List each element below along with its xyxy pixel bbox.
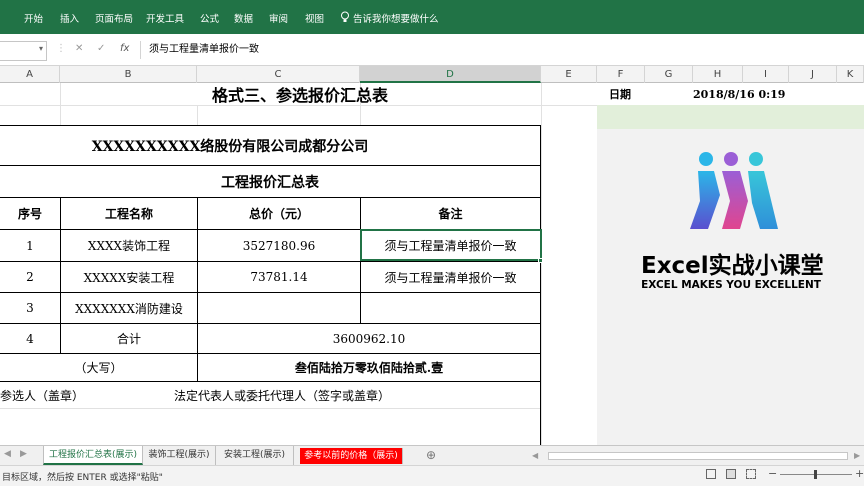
tab-home[interactable]: 开始 [24, 11, 43, 25]
gridline [541, 83, 542, 445]
column-header-b[interactable]: B [60, 66, 197, 83]
gridline [541, 105, 597, 106]
row1-price[interactable]: 3527180.96 [198, 230, 360, 261]
company-name: XXXXXXXXXX络股份有限公司成都分公司 [91, 138, 369, 155]
sign-bidder[interactable]: 参选人（盖章） [0, 382, 100, 408]
scroll-left-icon[interactable]: ◀ [4, 449, 11, 459]
row3-note[interactable] [361, 293, 540, 323]
total-value[interactable]: 3600962.10 [198, 324, 540, 353]
lightbulb-icon [340, 11, 350, 26]
column-header-e[interactable]: E [541, 66, 597, 83]
row3-price[interactable] [198, 293, 360, 323]
tab-formulas[interactable]: 公式 [200, 11, 219, 25]
row2-note[interactable]: 须与工程量清单报价一致 [361, 262, 540, 292]
gridline [60, 105, 61, 125]
row1-no[interactable]: 1 [0, 230, 60, 261]
column-header-k[interactable]: K [837, 66, 864, 83]
gridline [360, 105, 361, 125]
zoom-out-icon[interactable]: − [768, 467, 777, 480]
table-subtitle: 工程报价汇总表 [221, 174, 319, 191]
column-header-i[interactable]: I [743, 66, 789, 83]
row1-note[interactable]: 须与工程量清单报价一致 [361, 230, 540, 261]
column-header-j[interactable]: J [789, 66, 837, 83]
column-header-f[interactable]: F [597, 66, 645, 83]
gridline [197, 105, 198, 125]
tab-view[interactable]: 视图 [305, 11, 324, 25]
sign-representative[interactable]: 法定代表人或委托代理人（签字或盖章） [160, 382, 420, 408]
horizontal-scrollbar[interactable] [548, 452, 848, 460]
sheet-tab-bar: ◀ ▶ 工程报价汇总表(展示) 装饰工程(展示) 安装工程(展示) 参考以前的价… [0, 445, 864, 465]
column-header-a[interactable]: A [0, 66, 60, 83]
date-value: 2018/8/16 0:19 [693, 87, 786, 101]
header-note: 备注 [438, 207, 463, 221]
column-header-g[interactable]: G [645, 66, 693, 83]
row2-no[interactable]: 2 [0, 262, 60, 292]
daxie-label[interactable]: （大写） [0, 354, 197, 381]
brand-slogan: EXCEL MAKES YOU EXCELLENT [641, 279, 821, 291]
sheet-tab-reference[interactable]: 参考以前的价格（展示) [300, 448, 403, 464]
total-no[interactable]: 4 [0, 324, 60, 353]
column-header-d[interactable]: D [360, 66, 541, 83]
row1-name[interactable]: XXXX装饰工程 [61, 230, 197, 261]
add-sheet-icon[interactable]: ⊕ [426, 448, 436, 462]
sheet-tab-summary[interactable]: 工程报价汇总表(展示) [43, 446, 143, 465]
page-break-icon[interactable] [746, 469, 756, 479]
header-band [597, 105, 864, 129]
tab-insert[interactable]: 插入 [60, 11, 79, 25]
gridline [0, 408, 541, 409]
column-header-c[interactable]: C [197, 66, 360, 83]
ribbon: 开始 插入 页面布局 开发工具 公式 数据 审阅 视图 告诉我你想要做什么 [0, 0, 864, 34]
logo-panel: Excel实战小课堂 EXCEL MAKES YOU EXCELLENT [597, 129, 864, 445]
formula-bar: ▾ ⋮ ✕ ✓ fx 须与工程量清单报价一致 [0, 34, 864, 66]
page-layout-icon[interactable] [726, 469, 736, 479]
column-headers: A B C D E F G H I J K [0, 66, 864, 83]
brand-logo-icon [690, 152, 778, 229]
column-header-h[interactable]: H [693, 66, 743, 83]
enter-icon[interactable]: ✓ [97, 43, 105, 54]
normal-view-icon[interactable] [706, 469, 716, 479]
table-border [540, 125, 541, 445]
cancel-icon[interactable]: ✕ [75, 43, 83, 54]
sheet-title: 格式三、参选报价汇总表 [211, 86, 388, 105]
chevron-down-icon[interactable]: ▾ [39, 44, 43, 53]
more-options-icon: ⋮ [56, 43, 66, 54]
row2-name[interactable]: XXXXX安装工程 [61, 262, 197, 292]
tab-review[interactable]: 审阅 [269, 11, 288, 25]
insert-function-icon[interactable]: fx [120, 43, 129, 54]
scroll-left-icon[interactable]: ◀ [532, 451, 540, 460]
sheet-tab-decoration[interactable]: 装饰工程(展示) [143, 446, 216, 465]
status-message: 目标区域，然后按 ENTER 或选择"粘贴" [2, 473, 163, 483]
row3-no[interactable]: 3 [0, 293, 60, 323]
row3-name[interactable]: XXXXXXX消防建设 [61, 293, 197, 323]
sheet-tab-installation[interactable]: 安装工程(展示) [216, 446, 294, 465]
zoom-slider-thumb[interactable] [814, 470, 817, 479]
header-no: 序号 [17, 207, 42, 221]
zoom-in-icon[interactable]: + [855, 467, 864, 480]
daxie-value[interactable]: 叁佰陆拾万零玖佰陆拾贰.壹 [198, 354, 540, 381]
tab-page-layout[interactable]: 页面布局 [95, 11, 133, 25]
formula-input[interactable]: 须与工程量清单报价一致 [140, 41, 864, 59]
header-name: 工程名称 [104, 207, 153, 221]
total-label[interactable]: 合计 [61, 324, 197, 353]
date-label: 日期 [609, 88, 631, 101]
scroll-right-icon[interactable]: ▶ [20, 449, 27, 459]
tell-me-search[interactable]: 告诉我你想要做什么 [353, 11, 439, 25]
scroll-right-icon[interactable]: ▶ [854, 451, 862, 460]
row2-price[interactable]: 73781.14 [198, 262, 360, 292]
header-price: 总价（元） [248, 207, 309, 221]
brand-name: Excel实战小课堂 [641, 253, 824, 279]
status-bar: 目标区域，然后按 ENTER 或选择"粘贴" − + [0, 465, 864, 486]
tab-data[interactable]: 数据 [234, 11, 253, 25]
name-box[interactable]: ▾ [0, 41, 47, 61]
tab-developer[interactable]: 开发工具 [146, 11, 184, 25]
